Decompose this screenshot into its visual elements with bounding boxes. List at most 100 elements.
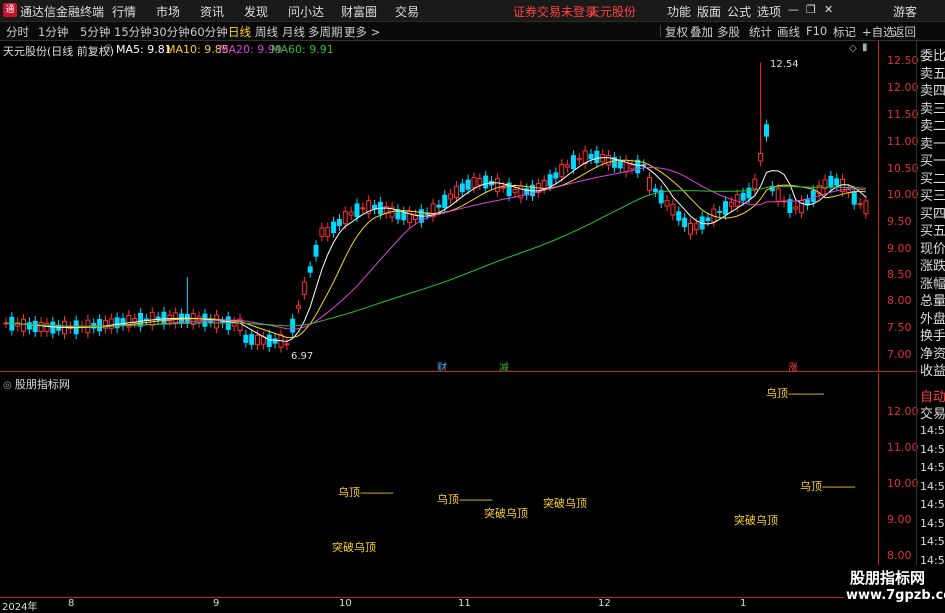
- func-button[interactable]: 功能: [667, 3, 691, 20]
- formula-button[interactable]: 公式: [727, 3, 751, 20]
- candle-body[interactable]: [664, 199, 670, 207]
- side-panel-item[interactable]: 14:56: [920, 498, 945, 511]
- candle-body[interactable]: [717, 210, 723, 213]
- candle-body[interactable]: [319, 227, 325, 237]
- candle-body[interactable]: [647, 177, 652, 191]
- period-multi[interactable]: 多周期: [308, 24, 343, 40]
- candle-body[interactable]: [775, 188, 781, 202]
- candle-body[interactable]: [477, 177, 483, 186]
- candle-body[interactable]: [594, 150, 600, 164]
- side-panel-item[interactable]: 14:56: [920, 535, 945, 548]
- menu-ask[interactable]: 问小达: [288, 3, 324, 20]
- candle-body[interactable]: [629, 164, 635, 170]
- side-panel-item[interactable]: 委比: [920, 45, 945, 64]
- side-panel-item[interactable]: 涨跌: [920, 255, 945, 274]
- side-panel-item[interactable]: 卖一: [920, 133, 945, 152]
- side-panel-item[interactable]: 总量: [920, 290, 945, 309]
- side-panel-item[interactable]: 涨幅: [920, 273, 945, 292]
- period-15m[interactable]: 15分钟: [114, 24, 152, 40]
- candle-body[interactable]: [97, 318, 103, 332]
- candle-body[interactable]: [453, 185, 459, 198]
- candle-body[interactable]: [342, 211, 348, 225]
- candle-body[interactable]: [313, 244, 319, 257]
- candle-body[interactable]: [243, 334, 249, 343]
- back-button[interactable]: 返回: [893, 24, 916, 40]
- menu-discover[interactable]: 发现: [244, 3, 268, 20]
- candle-body[interactable]: [336, 218, 342, 226]
- side-panel-item[interactable]: 净资: [920, 343, 945, 362]
- close-icon[interactable]: ✕: [824, 3, 833, 16]
- candle-body[interactable]: [331, 221, 337, 234]
- add-favorite-button[interactable]: +自选: [862, 24, 895, 40]
- candle-body[interactable]: [652, 188, 658, 193]
- candle-body[interactable]: [723, 201, 729, 215]
- candle-body[interactable]: [553, 172, 559, 179]
- side-panel-item[interactable]: 买三: [920, 185, 945, 204]
- side-panel-item[interactable]: 卖三: [920, 98, 945, 117]
- candle-body[interactable]: [436, 204, 442, 208]
- candle-body[interactable]: [255, 334, 261, 346]
- candle-body[interactable]: [44, 322, 50, 332]
- side-panel-item[interactable]: 收益: [920, 360, 945, 379]
- candle-body[interactable]: [360, 207, 366, 210]
- candle-body[interactable]: [512, 188, 518, 194]
- side-panel-item[interactable]: 外盘: [920, 308, 945, 327]
- period-1m[interactable]: 1分钟: [38, 24, 68, 40]
- period-more[interactable]: 更多 >: [344, 24, 380, 40]
- candle-body[interactable]: [32, 320, 38, 333]
- candle-body[interactable]: [465, 179, 471, 190]
- stats-button[interactable]: 统计: [749, 24, 772, 40]
- candle-body[interactable]: [752, 178, 758, 190]
- candle-body[interactable]: [606, 154, 612, 166]
- candle-body[interactable]: [863, 200, 869, 215]
- indicator-settings-icon[interactable]: ◎: [3, 380, 15, 391]
- candle-body[interactable]: [348, 211, 354, 216]
- candle-body[interactable]: [284, 343, 290, 346]
- side-panel-item[interactable]: 现价: [920, 238, 945, 257]
- side-panel-item[interactable]: 交易: [920, 403, 945, 422]
- candle-body[interactable]: [21, 318, 27, 332]
- options-button[interactable]: 选项: [757, 3, 781, 20]
- side-panel-item[interactable]: 买一: [920, 150, 945, 169]
- candle-body[interactable]: [442, 194, 448, 209]
- candle-body[interactable]: [249, 334, 255, 345]
- mark-button[interactable]: 标记: [833, 24, 856, 40]
- period-60m[interactable]: 60分钟: [190, 24, 228, 40]
- candle-body[interactable]: [851, 190, 857, 205]
- candle-body[interactable]: [793, 206, 799, 210]
- candle-body[interactable]: [576, 157, 582, 161]
- minimize-icon[interactable]: —: [788, 3, 799, 16]
- candle-body[interactable]: [582, 150, 588, 164]
- overlay-button[interactable]: 叠加: [690, 24, 713, 40]
- draw-button[interactable]: 画线: [777, 24, 800, 40]
- candle-body[interactable]: [38, 321, 44, 332]
- candle-body[interactable]: [354, 203, 360, 218]
- candle-body[interactable]: [834, 178, 840, 186]
- side-panel-item[interactable]: 买二: [920, 168, 945, 187]
- candle-body[interactable]: [471, 177, 477, 189]
- multi-stock-button[interactable]: 多股: [717, 24, 740, 40]
- candle-body[interactable]: [728, 201, 734, 207]
- period-5m[interactable]: 5分钟: [80, 24, 110, 40]
- period-day[interactable]: 日线: [228, 24, 251, 40]
- candle-body[interactable]: [676, 211, 682, 221]
- candle-body[interactable]: [541, 180, 547, 190]
- layout-button[interactable]: 版面: [697, 3, 721, 20]
- candle-body[interactable]: [138, 313, 144, 327]
- candle-body[interactable]: [764, 124, 769, 137]
- candle-body[interactable]: [214, 314, 220, 329]
- candle-body[interactable]: [588, 153, 594, 160]
- side-panel-item[interactable]: 14:56: [920, 424, 945, 437]
- candle-body[interactable]: [670, 203, 676, 216]
- side-panel-item[interactable]: 换手: [920, 325, 945, 344]
- candle-body[interactable]: [459, 183, 465, 193]
- guest-button[interactable]: 游客: [893, 3, 917, 20]
- candle-body[interactable]: [500, 186, 506, 189]
- period-30m[interactable]: 30分钟: [152, 24, 190, 40]
- candle-body[interactable]: [740, 192, 746, 201]
- kline-chart[interactable]: [0, 41, 878, 371]
- candle-body[interactable]: [266, 334, 272, 348]
- menu-market[interactable]: 市场: [156, 3, 180, 20]
- chart-settings-icon[interactable]: ◇: [849, 43, 857, 54]
- restore-icon[interactable]: ❐: [806, 3, 816, 16]
